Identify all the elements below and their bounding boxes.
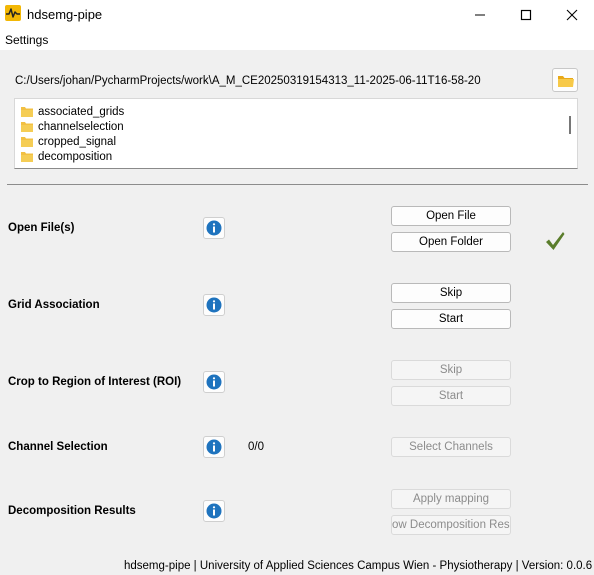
divider [7,184,588,185]
minimize-icon [475,14,485,16]
checkmark-icon [544,230,566,255]
folder-icon [21,152,33,162]
list-item[interactable]: channelselection [21,119,124,134]
pulse-icon [5,5,21,21]
info-icon [206,503,222,519]
grid-association-skip-button[interactable]: Skip [391,283,511,303]
info-icon [206,297,222,313]
channel-selection-info-button[interactable] [203,436,225,458]
show-decomposition-results-button[interactable]: ow Decomposition Resu [391,515,511,535]
folder-icon [21,122,33,132]
step-open-files-label: Open File(s) [8,222,75,234]
workspace-path: C:/Users/johan/PycharmProjects/work\A_M_… [15,75,481,87]
folder-icon [21,137,33,147]
maximize-icon [520,9,532,21]
list-item[interactable]: decomposition [21,149,112,164]
select-channels-button[interactable]: Select Channels [391,437,511,457]
list-item-label: associated_grids [38,105,125,118]
step-decomposition-label: Decomposition Results [8,505,136,517]
folder-open-icon [558,76,574,87]
crop-roi-info-button[interactable] [203,371,225,393]
list-item[interactable]: associated_grids [21,104,124,119]
open-folder-button[interactable]: Open Folder [391,232,511,252]
file-tree-scrollbar[interactable] [569,116,571,134]
step-channel-selection-label: Channel Selection [8,441,108,453]
info-icon [206,220,222,236]
open-file-button[interactable]: Open File [391,206,511,226]
minimize-button[interactable] [457,0,503,29]
title-bar: hdsemg-pipe [0,0,594,29]
open-workspace-folder-button[interactable] [552,68,578,92]
status-footer: hdsemg-pipe | University of Applied Scie… [124,560,593,572]
menu-settings[interactable]: Settings [5,33,48,47]
close-button[interactable] [549,0,594,29]
channel-count: 0/0 [248,441,264,453]
step-crop-roi-label: Crop to Region of Interest (ROI) [8,376,182,388]
file-tree[interactable]: associated_grids channelselection croppe… [14,98,578,169]
maximize-button[interactable] [503,0,549,29]
list-item-label: decomposition [38,150,113,163]
crop-roi-start-button[interactable]: Start [391,386,511,406]
step-grid-association-label: Grid Association [8,299,100,311]
grid-association-info-button[interactable] [203,294,225,316]
apply-mapping-button[interactable]: Apply mapping [391,489,511,509]
menu-bar: Settings [0,29,594,50]
close-icon [566,9,578,21]
decomposition-info-button[interactable] [203,500,225,522]
list-item-label: channelselection [38,120,124,133]
list-item-label: cropped_signal [38,135,117,148]
window-title: hdsemg-pipe [27,7,103,22]
open-files-info-button[interactable] [203,217,225,239]
info-icon [206,374,222,390]
crop-roi-skip-button[interactable]: Skip [391,360,511,380]
info-icon [206,439,222,455]
grid-association-start-button[interactable]: Start [391,309,511,329]
list-item[interactable]: cropped_signal [21,134,116,149]
folder-icon [21,107,33,117]
